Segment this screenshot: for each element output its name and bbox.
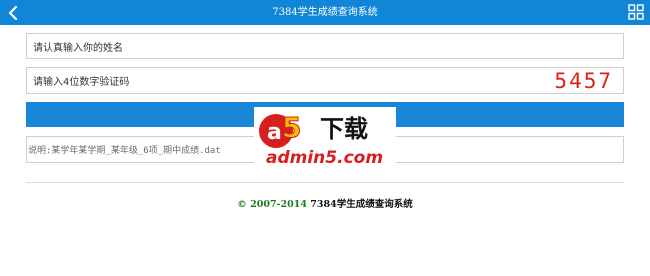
name-placeholder: 请认真输入你的姓名 [33,42,123,54]
watermark-label: 下载 [320,115,368,143]
top-bar: 7384学生成绩查询系统 [0,0,650,25]
svg-text:a: a [267,120,282,145]
page-title: 7384学生成绩查询系统 [272,7,378,18]
divider [26,182,624,183]
admin5-logo-icon: a 5 下载 admin5.com [259,111,383,168]
menu-button[interactable] [628,4,644,20]
copyright-years: 2007-2014 [250,199,307,210]
name-input[interactable]: 请认真输入你的姓名 [26,33,624,59]
verification-code-input[interactable]: 请输入4位数字验证码 5457 [26,67,624,94]
grid-icon [628,4,644,20]
footer-system-name: 7384学生成绩查询系统 [310,199,413,210]
admin5-watermark-logo: a 5 下载 admin5.com [254,107,396,169]
captcha-image[interactable]: 5457 [554,69,613,94]
footer: © 2007-2014 7384学生成绩查询系统 [0,196,650,210]
note-text: 说明:某学年某学期_某年级_6项_期中成绩.dat [28,146,221,156]
watermark-url: admin5.com [266,148,383,168]
code-placeholder: 请输入4位数字验证码 [33,77,130,88]
svg-text:5: 5 [282,111,301,144]
copyright-symbol: © [237,199,247,210]
